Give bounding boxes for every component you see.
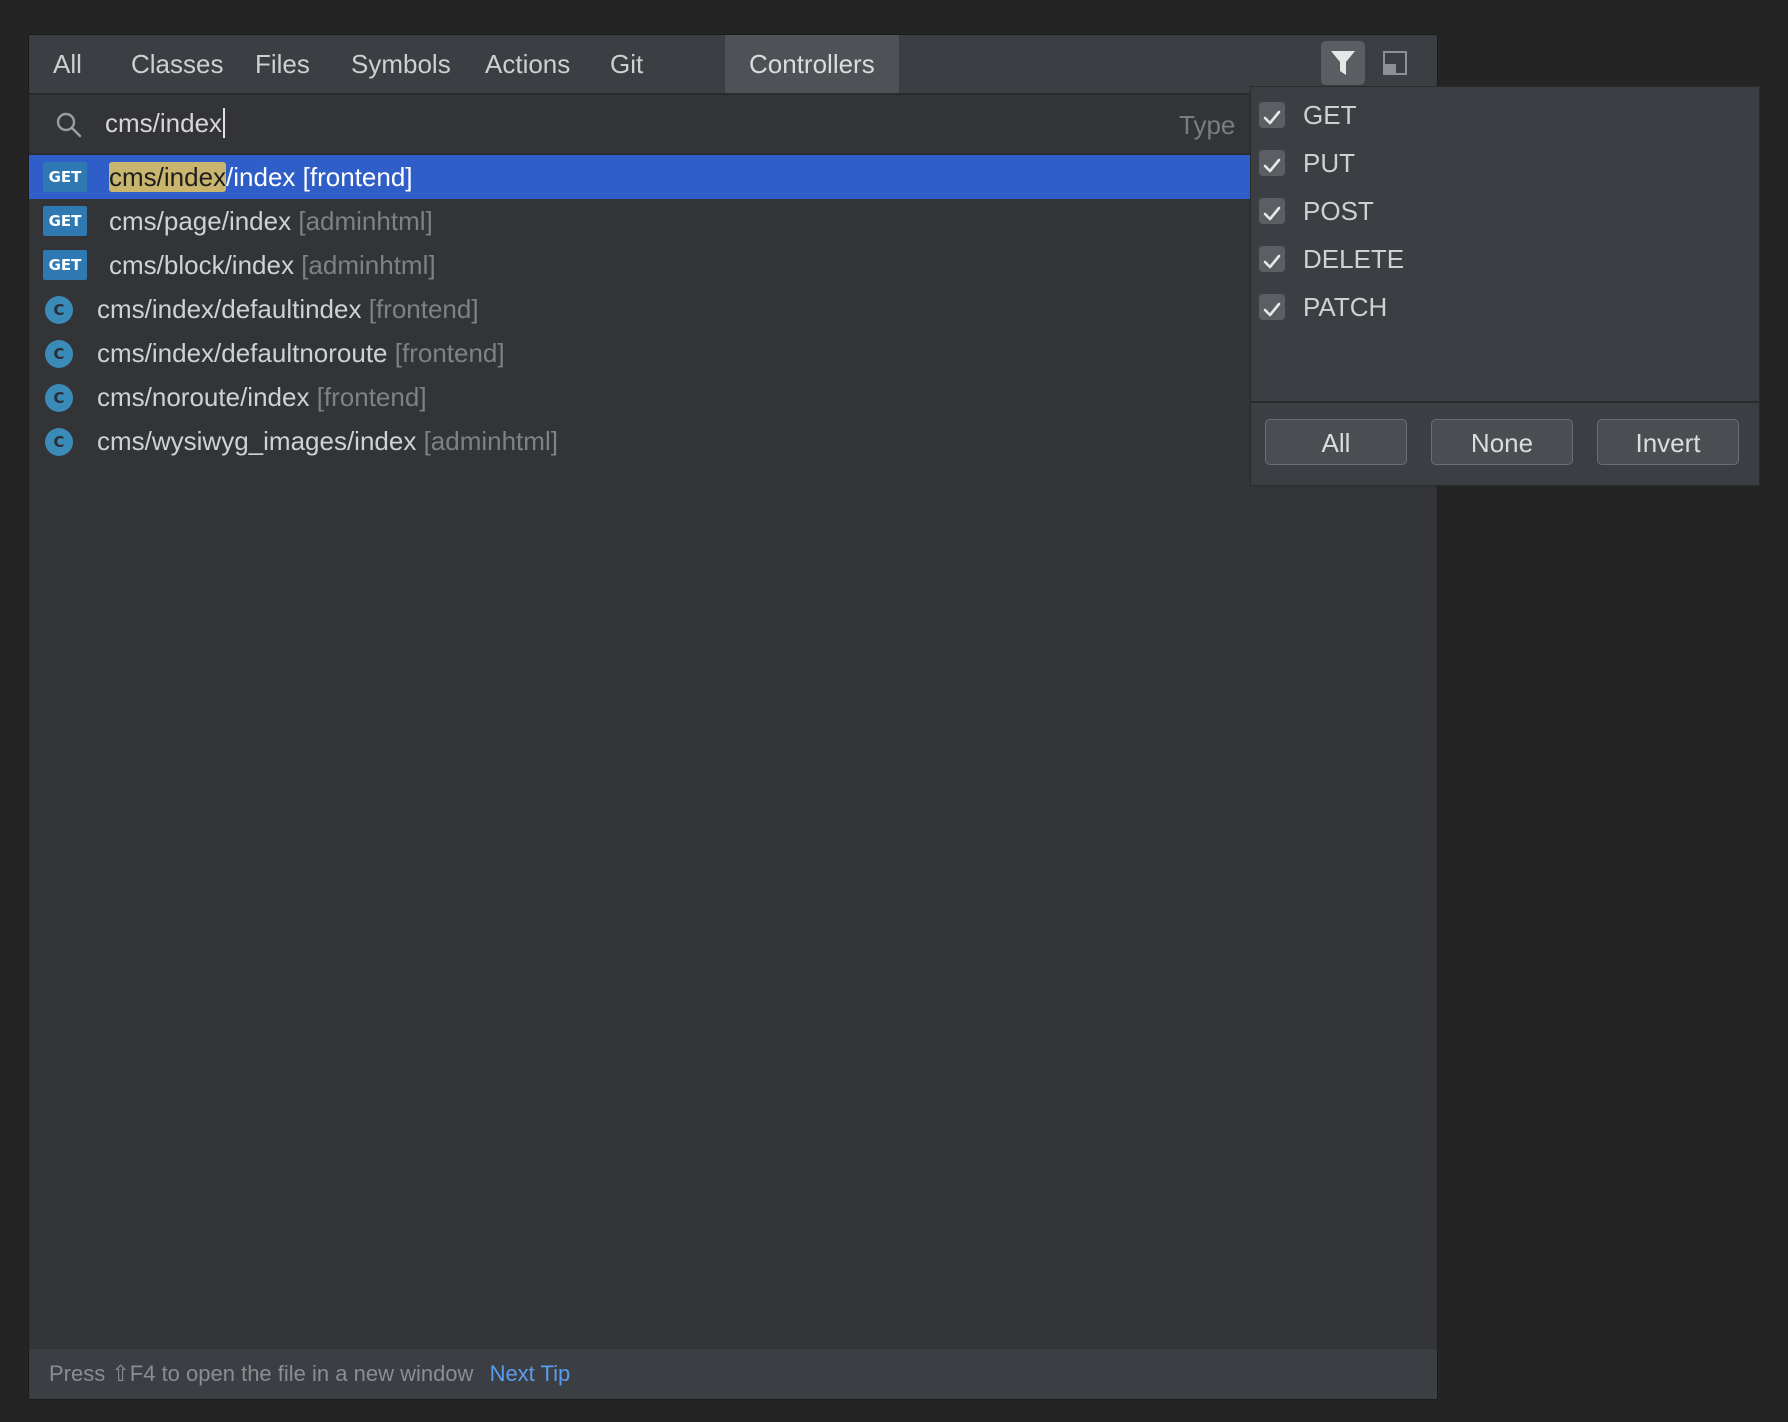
- text-caret: [223, 108, 226, 138]
- result-row[interactable]: Ccms/index/defaultindex [frontend]: [29, 287, 1437, 331]
- match-highlight: cms/index: [109, 162, 227, 192]
- tab-git[interactable]: Git: [586, 35, 667, 93]
- search-row: cms/index Type: [29, 95, 1437, 155]
- result-row[interactable]: Ccms/wysiwyg_images/index [adminhtml]: [29, 419, 1437, 463]
- controller-class-icon: C: [45, 340, 73, 368]
- check-icon: [1263, 206, 1281, 221]
- checkbox[interactable]: [1259, 246, 1285, 272]
- check-icon: [1263, 110, 1281, 125]
- result-path: cms/block/index: [109, 250, 294, 280]
- result-label: cms/block/index [adminhtml]: [109, 243, 436, 287]
- controller-class-icon: C: [45, 384, 73, 412]
- http-method-badge: GET: [43, 250, 87, 280]
- result-label: cms/index/defaultindex [frontend]: [97, 287, 479, 331]
- tab-controllers[interactable]: Controllers: [725, 35, 899, 93]
- search-hint: Type: [1179, 110, 1236, 140]
- result-path: /index: [226, 162, 296, 192]
- select-all-button[interactable]: All: [1265, 419, 1407, 465]
- tab-actions[interactable]: Actions: [461, 35, 594, 93]
- filter-item-label: DELETE: [1303, 244, 1405, 274]
- search-input-value: cms/index: [105, 108, 223, 138]
- filter-separator: [1251, 401, 1759, 403]
- check-icon: [1263, 302, 1281, 317]
- check-icon: [1263, 158, 1281, 173]
- filter-item-label: POST: [1303, 196, 1374, 226]
- controller-class-icon: C: [45, 296, 73, 324]
- http-method-badge: GET: [43, 162, 87, 192]
- result-path: cms/wysiwyg_images/index: [97, 426, 417, 456]
- select-none-button[interactable]: None: [1431, 419, 1573, 465]
- result-path: cms/index/defaultnoroute: [97, 338, 388, 368]
- tab-classes[interactable]: Classes: [107, 35, 247, 93]
- filter-icon: [1331, 51, 1355, 75]
- http-method-badge: GET: [43, 206, 87, 236]
- result-row[interactable]: Ccms/noroute/index [frontend]: [29, 375, 1437, 419]
- result-path: cms/index/defaultindex: [97, 294, 362, 324]
- tab-bar: All Classes Files Symbols Actions Git Co…: [29, 35, 1437, 95]
- method-filter-popup: GET PUT POST DELETE PATCH All None Invert: [1250, 86, 1760, 486]
- result-area: [frontend]: [302, 162, 413, 192]
- controller-class-icon: C: [45, 428, 73, 456]
- result-row[interactable]: GET cms/index/index [frontend]: [29, 155, 1437, 199]
- checkbox[interactable]: [1259, 102, 1285, 128]
- preview-panel-icon: [1383, 51, 1407, 75]
- result-label: cms/index/index [frontend]: [109, 155, 413, 199]
- search-everywhere-popup: All Classes Files Symbols Actions Git Co…: [28, 34, 1438, 1400]
- result-area: [adminhtml]: [423, 426, 558, 456]
- result-label: cms/index/defaultnoroute [frontend]: [97, 331, 505, 375]
- invert-selection-button[interactable]: Invert: [1597, 419, 1739, 465]
- filter-item-label: GET: [1303, 100, 1357, 130]
- tab-symbols[interactable]: Symbols: [327, 35, 475, 93]
- result-area: [frontend]: [394, 338, 505, 368]
- next-tip-link[interactable]: Next Tip: [490, 1361, 571, 1386]
- footer-tip-bar: Press ⇧F4 to open the file in a new wind…: [29, 1349, 1437, 1399]
- check-icon: [1263, 254, 1281, 269]
- tab-files[interactable]: Files: [231, 35, 334, 93]
- result-area: [frontend]: [316, 382, 427, 412]
- result-path: cms/page/index: [109, 206, 292, 236]
- checkbox[interactable]: [1259, 294, 1285, 320]
- result-area: [adminhtml]: [301, 250, 436, 280]
- result-label: cms/wysiwyg_images/index [adminhtml]: [97, 419, 558, 463]
- filter-button[interactable]: [1321, 41, 1365, 85]
- checkbox[interactable]: [1259, 198, 1285, 224]
- preview-button[interactable]: [1373, 41, 1417, 85]
- filter-item-label: PATCH: [1303, 292, 1388, 322]
- result-area: [adminhtml]: [298, 206, 433, 236]
- results-list: GET cms/index/index [frontend] GET cms/page…: [29, 155, 1437, 463]
- result-label: cms/page/index [adminhtml]: [109, 199, 433, 243]
- search-input[interactable]: cms/index: [105, 107, 226, 139]
- result-row[interactable]: GET cms/page/index [adminhtml]: [29, 199, 1437, 243]
- result-area: [frontend]: [368, 294, 479, 324]
- search-icon: [56, 112, 82, 138]
- result-path: cms/noroute/index: [97, 382, 310, 412]
- result-label: cms/noroute/index [frontend]: [97, 375, 427, 419]
- footer-tip-text: Press ⇧F4 to open the file in a new wind…: [49, 1361, 474, 1386]
- result-row[interactable]: GET cms/block/index [adminhtml]: [29, 243, 1437, 287]
- filter-item-label: PUT: [1303, 148, 1355, 178]
- result-row[interactable]: Ccms/index/defaultnoroute [frontend]: [29, 331, 1437, 375]
- checkbox[interactable]: [1259, 150, 1285, 176]
- tab-all[interactable]: All: [29, 35, 106, 93]
